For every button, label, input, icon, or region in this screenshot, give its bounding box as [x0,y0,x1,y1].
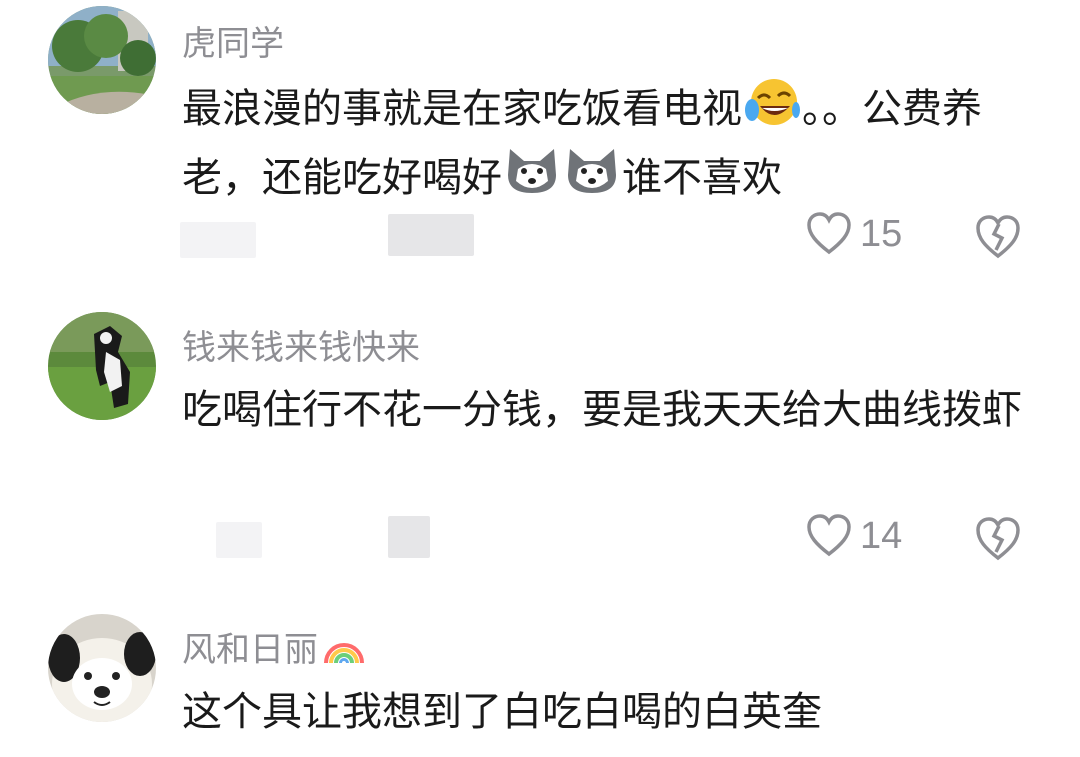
blurred-meta [216,522,262,558]
username[interactable]: 虎同学 [182,16,284,65]
avatar[interactable] [48,6,156,114]
like-count: 14 [860,514,903,557]
username[interactable]: 风和日丽 [182,622,368,674]
blurred-meta [388,516,430,558]
comment-item: 虎同学 最浪漫的事就是在家吃饭看电视 。。公费养老，还能吃好喝好 谁不喜欢 15 [0,0,1080,290]
heart-outline-icon [807,514,851,557]
username-text: 风和日丽 [182,630,318,670]
dislike-button[interactable] [974,516,1022,566]
rainbow-emoji [322,631,366,674]
broken-heart-icon [976,215,1020,259]
avatar[interactable] [48,312,156,420]
username[interactable]: 钱来钱来钱快来 [182,320,420,369]
comment-text: 吃喝住行不花一分钱，要是我天天给大曲线拨虾 [182,387,1022,433]
comment-text: 这个具让我想到了白吃白喝的白英奎 [182,689,822,735]
comment-item: 风和日丽 这个具让我想到了白吃白喝的白英奎 [0,600,1080,757]
dislike-button[interactable] [974,214,1022,264]
laughing-crying-emoji [744,76,800,145]
husky-dog-emoji [504,145,560,214]
blurred-meta [388,214,474,256]
comment-text-part: 最浪漫的事就是在家吃饭看电视 [182,86,742,132]
broken-heart-icon [976,517,1020,561]
like-button[interactable]: 14 [806,514,902,558]
like-count: 15 [860,212,903,255]
husky-dog-emoji [564,145,620,214]
like-button[interactable]: 15 [806,212,902,256]
avatar[interactable] [48,614,156,722]
blurred-meta [180,222,256,258]
comment-item: 钱来钱来钱快来 吃喝住行不花一分钱，要是我天天给大曲线拨虾 14 [0,290,1080,600]
heart-outline-icon [807,212,851,255]
comment-text-part: 谁不喜欢 [622,155,782,201]
comment-text: 最浪漫的事就是在家吃饭看电视 。。公费养老，还能吃好喝好 谁不喜欢 [182,76,1032,214]
